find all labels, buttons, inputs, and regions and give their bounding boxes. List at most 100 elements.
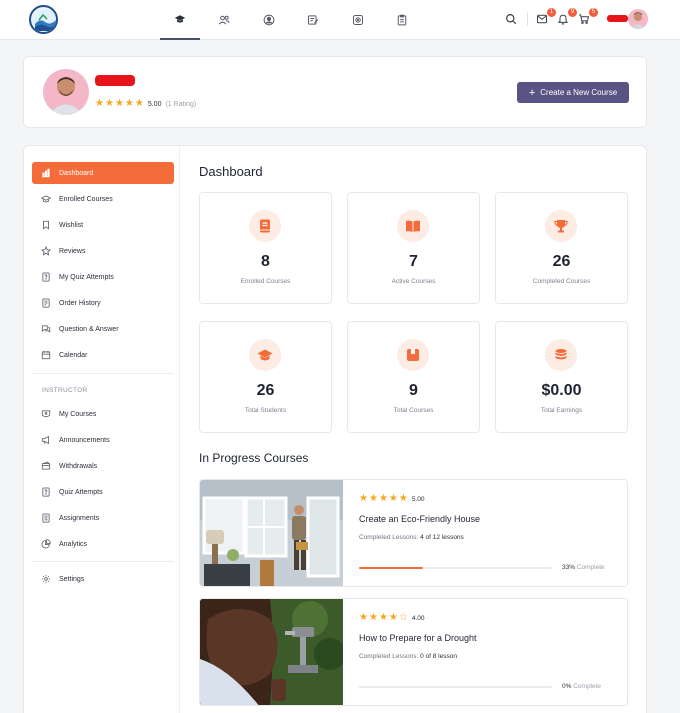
profile-rating: ★ ★ ★ ★ ★ 5.00 (1 Rating) (95, 99, 196, 109)
completed-lessons-label: Completed Lessons: (359, 653, 419, 660)
notifications-bell-icon[interactable]: 9 (557, 8, 577, 26)
progress-percent: 33% Complete (562, 564, 605, 571)
course-card[interactable]: ★ ★ ★ ★ ☆ 4.00 How to Prepare for a Drou… (199, 598, 628, 706)
sidebar-item-announcements[interactable]: Announcements (32, 429, 174, 451)
course-rating-value: 5.00 (411, 495, 425, 503)
instructor-heading: INSTRUCTOR (42, 387, 88, 394)
nav-users-icon[interactable] (204, 0, 244, 40)
progress-percent-value: 0% (562, 683, 572, 690)
course-rating: ★ ★ ★ ★ ☆ 4.00 (359, 613, 425, 623)
stat-value: 9 (409, 382, 418, 399)
dashboard-panel: Dashboard Enrolled Courses Wishlist Revi… (23, 145, 647, 713)
search-icon[interactable] (505, 12, 519, 26)
stat-value: 26 (256, 382, 275, 399)
sidebar-item-my-courses[interactable]: My Courses (32, 403, 174, 425)
sidebar-item-label: Analytics (59, 540, 88, 548)
sidebar-item-wishlist[interactable]: Wishlist (32, 214, 174, 236)
coins-icon (545, 339, 577, 371)
sidebar-item-label: Withdrawals (59, 462, 98, 470)
sidebar-item-analytics[interactable]: Analytics (32, 533, 174, 555)
completed-lessons-value: 4 of 12 lessons (420, 534, 464, 541)
sidebar-item-assignments[interactable]: Assignments (32, 507, 174, 529)
sidebar-item-quiz-attempts[interactable]: Quiz Attempts (32, 481, 174, 503)
progress-percent-label: Complete (573, 683, 602, 690)
star-icon: ★ (378, 612, 388, 623)
stat-label: Enrolled Courses (240, 278, 291, 285)
sidebar-item-label: Reviews (59, 247, 86, 255)
nav-profile-icon[interactable] (249, 0, 289, 40)
create-course-label: Create a New Course (540, 88, 618, 97)
sidebar-item-label: Settings (59, 575, 85, 583)
progress-percent-value: 33% (562, 564, 576, 571)
book-icon (249, 210, 281, 242)
course-card[interactable]: ★ ★ ★ ★ ★ 5.00 Create an Eco-Friendly Ho… (199, 479, 628, 587)
stat-card-enrolled: 8 Enrolled Courses (199, 192, 332, 304)
stat-card-earnings: $0.00 Total Earnings (495, 321, 628, 433)
course-title[interactable]: How to Prepare for a Drought (359, 633, 477, 643)
stat-card-total-courses: 9 Total Courses (347, 321, 480, 433)
stat-label: Total Students (244, 407, 287, 414)
sidebar-item-calendar[interactable]: Calendar (32, 344, 174, 366)
course-thumbnail[interactable] (200, 480, 343, 586)
stat-card-students: 26 Total Students (199, 321, 332, 433)
sidebar-item-question-answer[interactable]: Question & Answer (32, 318, 174, 340)
sidebar-item-label: Calendar (59, 351, 88, 359)
progress-bar (359, 686, 552, 688)
nav-dashboard-icon[interactable] (160, 0, 200, 40)
sidebar-item-withdrawals[interactable]: Withdrawals (32, 455, 174, 477)
sidebar-item-enrolled-courses[interactable]: Enrolled Courses (32, 188, 174, 210)
messages-badge: 1 (547, 8, 556, 17)
star-icon: ★ (104, 98, 114, 109)
sidebar-item-label: Announcements (59, 436, 110, 444)
sidebar-item-label: Wishlist (59, 221, 84, 229)
profile-avatar (43, 69, 89, 115)
star-icon: ★ (398, 493, 408, 504)
sidebar-item-reviews[interactable]: Reviews (32, 240, 174, 262)
completed-lessons-value: 0 of 8 lesson (420, 653, 457, 660)
course-thumbnail[interactable] (200, 599, 343, 705)
notifications-badge: 9 (568, 8, 577, 17)
sidebar-item-label: Assignments (59, 514, 100, 522)
stat-label: Total Courses (393, 407, 434, 414)
stat-value: 7 (409, 253, 418, 270)
nav-edit-icon[interactable] (293, 0, 333, 40)
open-book-icon (397, 210, 429, 242)
redacted-username (607, 15, 628, 22)
rating-count: (1 Rating) (165, 100, 197, 108)
progress-percent-label: Complete (576, 564, 605, 571)
stat-value: 8 (261, 253, 270, 270)
cart-icon[interactable]: 5 (578, 8, 598, 26)
stat-value: $0.00 (541, 382, 582, 399)
stat-label: Total Earnings (540, 407, 583, 414)
star-icon: ★ (368, 493, 378, 504)
messages-icon[interactable]: 1 (536, 8, 556, 26)
nav-target-icon[interactable] (338, 0, 378, 40)
star-icon: ★ (124, 98, 134, 109)
in-progress-title: In Progress Courses (199, 451, 309, 465)
redacted-profile-name (95, 75, 135, 86)
user-avatar[interactable] (628, 9, 648, 29)
stat-value: 26 (552, 253, 571, 270)
star-icon: ★ (388, 493, 398, 504)
completed-lessons: Completed Lessons: 0 of 8 lesson (359, 653, 457, 660)
sidebar-item-label: Question & Answer (59, 325, 119, 333)
sidebar-item-dashboard[interactable]: Dashboard (32, 162, 174, 184)
sidebar-item-my-quiz-attempts[interactable]: My Quiz Attempts (32, 266, 174, 288)
site-logo[interactable] (29, 5, 58, 34)
stat-label: Active Courses (391, 278, 436, 285)
create-course-button[interactable]: + Create a New Course (517, 82, 629, 103)
nav-clipboard-icon[interactable] (382, 0, 422, 40)
sidebar-item-order-history[interactable]: Order History (32, 292, 174, 314)
course-title[interactable]: Create an Eco-Friendly House (359, 514, 480, 524)
rating-value: 5.00 (147, 100, 162, 108)
plus-icon: + (528, 86, 536, 99)
sidebar-item-settings[interactable]: Settings (32, 568, 174, 590)
trophy-icon (545, 210, 577, 242)
page-title: Dashboard (199, 164, 263, 179)
star-icon: ★ (114, 98, 124, 109)
course-rating-value: 4.00 (411, 614, 425, 622)
sidebar-item-label: My Quiz Attempts (59, 273, 114, 281)
star-icon: ★ (359, 612, 368, 623)
star-icon: ★ (388, 612, 398, 623)
cart-badge: 5 (589, 8, 598, 17)
